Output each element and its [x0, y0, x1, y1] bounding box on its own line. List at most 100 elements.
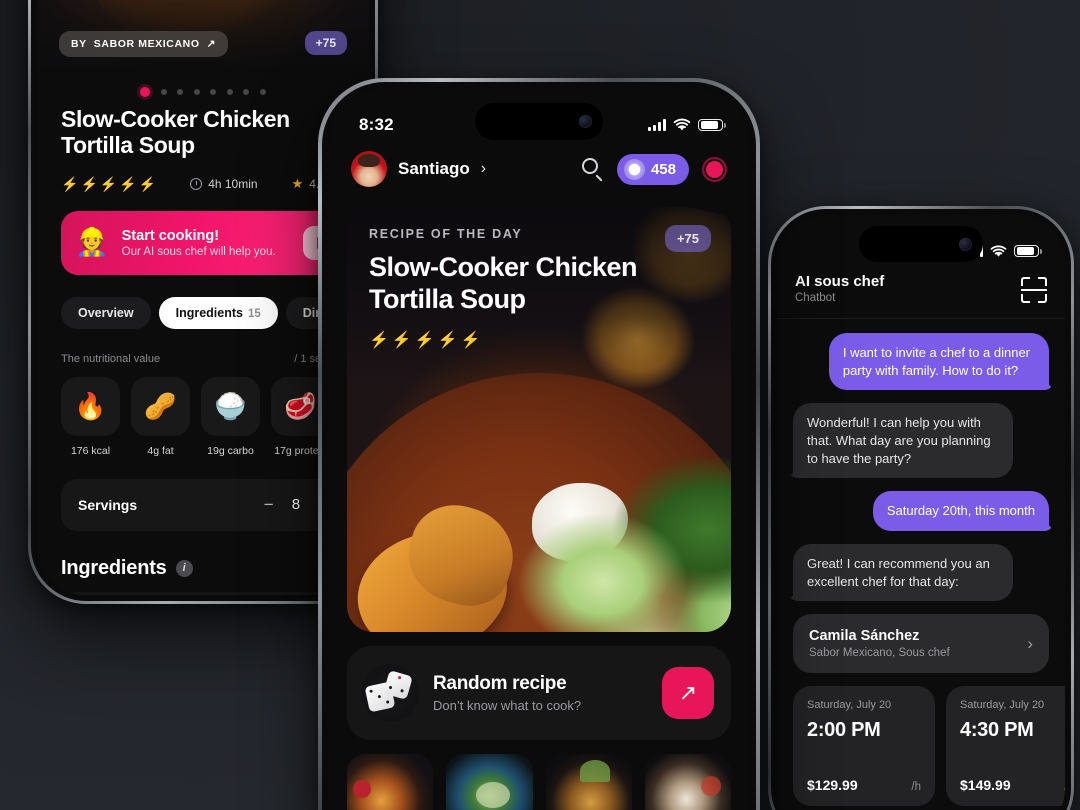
coins-value: 458: [650, 160, 676, 178]
author-name: SABOR MEXICANO: [93, 38, 200, 50]
booking-slot-card[interactable]: Saturday, July 20 2:00 PM $129.99 /h: [793, 686, 935, 807]
slot-date: Saturday, July 20: [960, 699, 1045, 712]
cook-time-label: 4h 10min: [208, 177, 258, 191]
recipe-of-the-day-kicker: RECIPE OF THE DAY: [369, 227, 523, 241]
slot-time: 4:30 PM: [960, 718, 1034, 741]
booking-slots[interactable]: Saturday, July 20 2:00 PM $129.99 /h Sat…: [793, 686, 1065, 810]
servings-value: 8: [291, 496, 301, 513]
tab-overview[interactable]: Overview: [61, 296, 151, 329]
ingredients-list: Chicken breasts 1 lb Canola oil 1 tbs On…: [61, 591, 345, 596]
bolt-empty-icon: ⚡: [460, 331, 481, 349]
carousel-dot[interactable]: [259, 89, 266, 95]
cellular-bars-icon: [648, 119, 666, 131]
battery-icon: [1014, 244, 1042, 258]
battery-icon: [698, 118, 726, 132]
servings-decrement-button[interactable]: −: [264, 495, 274, 515]
ingredient-row[interactable]: Chicken breasts 1 lb: [61, 592, 345, 596]
start-cooking-title: Start cooking!: [121, 227, 220, 244]
chat-message-bot[interactable]: Great! I can recommend you an excellent …: [793, 544, 1014, 602]
chef-name: Camila Sánchez: [809, 628, 920, 645]
recipe-tabs[interactable]: Overview Ingredients15 Directions: [61, 296, 369, 329]
nutrition-cards: 🔥 176 kcal 🥜 4g fat 🍚 19g carbo 🥩 17g pr…: [61, 376, 345, 457]
recipe-author-chip[interactable]: BY SABOR MEXICANO ↗: [59, 31, 229, 57]
servings-label: Servings: [78, 496, 138, 513]
user-profile-button[interactable]: Santiago ›: [351, 151, 486, 187]
bolt-empty-icon: ⚡: [119, 175, 137, 192]
avatar[interactable]: [351, 151, 387, 187]
recipe-hero-image[interactable]: BY SABOR MEXICANO ↗ +75: [37, 0, 369, 75]
recipe-of-the-day-card[interactable]: +75 RECIPE OF THE DAY Slow-Cooker Chicke…: [347, 207, 731, 632]
servings-row: Servings − 8 +: [61, 478, 345, 531]
recipe-title: Slow-Cooker Chicken Tortilla Soup: [61, 106, 290, 158]
nutrition-card-fat: 🥜 4g fat: [131, 376, 190, 457]
slot-price-row: $149.99 /h: [960, 777, 1065, 793]
roast-chicken-thumbnail[interactable]: [545, 754, 632, 810]
dessert-thumbnail[interactable]: [644, 754, 731, 810]
carousel-dot[interactable]: [243, 89, 250, 95]
carousel-dot[interactable]: [177, 89, 184, 95]
info-icon[interactable]: i: [175, 559, 193, 577]
chef-role: Sabor Mexicano, Sous chef: [809, 647, 950, 660]
points-badge: +75: [664, 225, 711, 252]
bolt-filled-icon: ⚡: [391, 331, 412, 349]
wifi-icon: [990, 245, 1007, 257]
tab-overview-label: Overview: [78, 305, 134, 320]
salad-bowl-thumbnail[interactable]: [446, 754, 533, 810]
bolt-filled-icon: ⚡: [80, 175, 98, 192]
peanuts-emoji-icon: 🥜: [131, 376, 190, 436]
chat-message-user[interactable]: I want to invite a chef to a dinner part…: [828, 333, 1049, 391]
bolt-empty-icon: ⚡: [99, 175, 118, 192]
slot-price: $129.99: [807, 777, 858, 794]
recipe-of-the-day-title: Slow-Cooker Chicken Tortilla Soup: [369, 252, 638, 314]
tab-ingredients-count: 15: [247, 307, 261, 320]
chat-message-user[interactable]: Saturday 20th, this month: [872, 491, 1049, 532]
author-prefix: BY: [71, 38, 87, 50]
bolt-empty-icon: ⚡: [138, 175, 157, 192]
nachos-thumbnail[interactable]: [347, 754, 434, 810]
carousel-dot[interactable]: [226, 89, 233, 95]
random-recipe-subtitle: Don’t know what to cook?: [433, 698, 582, 713]
carousel-dot[interactable]: [160, 89, 167, 95]
booking-slot-card[interactable]: Saturday, July 20 4:30 PM $149.99 /h: [946, 686, 1065, 807]
search-icon[interactable]: [581, 158, 604, 182]
chat-message-bot[interactable]: Wonderful! I can help you with that. Wha…: [793, 403, 1014, 479]
nutrition-fat-label: 4g fat: [147, 444, 174, 457]
slot-price-row: $129.99 /h: [807, 777, 921, 793]
recipe-meta-row: ⚡ ⚡ ⚡ ⚡ ⚡ 4h 10min ★ 4.6: [61, 176, 345, 193]
carousel-dot-active[interactable]: [140, 87, 151, 97]
record-button[interactable]: [702, 156, 727, 182]
carousel-dot[interactable]: [210, 89, 217, 95]
front-camera-icon: [959, 237, 972, 251]
bolt-empty-icon: ⚡: [414, 331, 435, 349]
chef-emoji-icon: 👷: [75, 227, 109, 257]
status-time: 8:32: [359, 115, 394, 134]
points-badge: +75: [304, 31, 347, 55]
start-cooking-subtitle: Our AI sous chef will help you.: [121, 245, 276, 258]
front-camera-icon: [579, 115, 592, 128]
message-row-user: I want to invite a chef to a dinner part…: [793, 333, 1049, 403]
difficulty-rating: ⚡ ⚡ ⚡ ⚡ ⚡: [369, 330, 709, 350]
external-link-icon: ↗: [206, 38, 217, 50]
recipe-thumbnails[interactable]: [347, 754, 731, 810]
carousel-dot[interactable]: [193, 89, 200, 95]
arrow-up-right-icon[interactable]: ↗: [662, 667, 714, 719]
chef-recommendation-card[interactable]: Camila Sánchez Sabor Mexicano, Sous chef…: [793, 614, 1049, 674]
tab-ingredients[interactable]: Ingredients 15: [158, 296, 278, 329]
nutrition-heading: The nutritional value: [61, 352, 161, 365]
tab-ingredients-label: Ingredients: [175, 305, 243, 320]
center-phone-screen: 8:32 Santiago › 458 +75 RECIPE OF THE DA…: [329, 89, 749, 810]
start-cooking-banner[interactable]: 👷 Start cooking! Our AI sous chef will h…: [61, 210, 345, 275]
coins-badge[interactable]: 458: [616, 153, 689, 185]
chat-title: AI sous chef: [795, 273, 885, 290]
dice-icon: [361, 664, 419, 722]
random-recipe-card[interactable]: Random recipe Don’t know what to cook? ↗: [347, 646, 731, 740]
ingredients-heading: Ingredients: [61, 556, 167, 579]
slot-unit: /h: [911, 781, 921, 794]
right-phone-screen: AI sous chef Chatbot I want to invite a …: [777, 215, 1065, 810]
nutrition-calories-label: 176 kcal: [70, 444, 111, 457]
cook-time: 4h 10min: [190, 177, 258, 191]
scan-icon[interactable]: [1021, 277, 1047, 303]
recipe-of-the-day-text: RECIPE OF THE DAY Slow-Cooker Chicken To…: [369, 227, 709, 350]
slot-price: $149.99: [960, 777, 1011, 794]
fire-emoji-icon: 🔥: [61, 376, 120, 436]
